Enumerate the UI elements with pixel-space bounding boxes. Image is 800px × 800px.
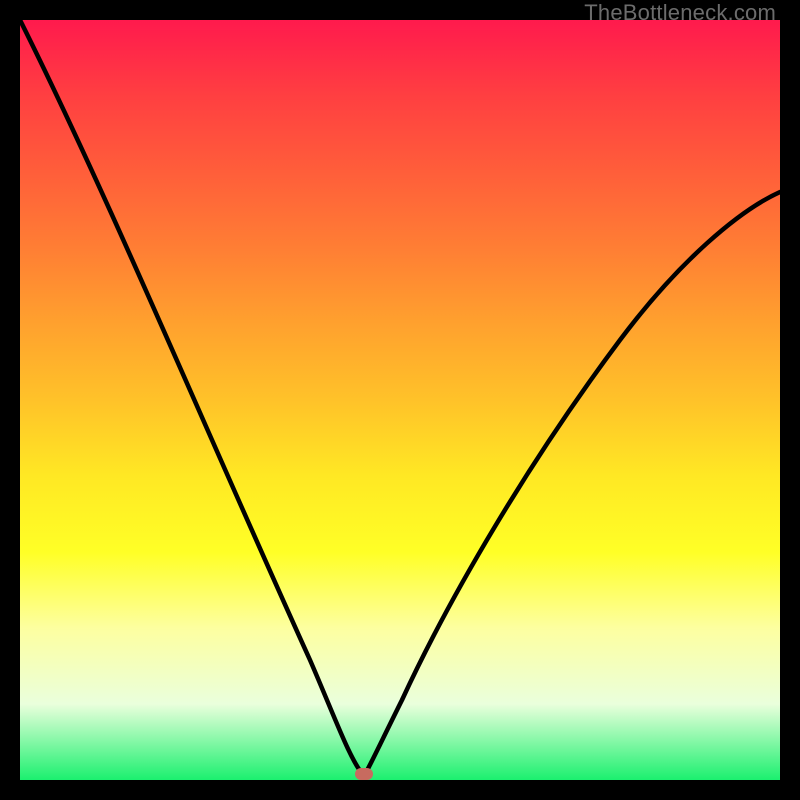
watermark-text: TheBottleneck.com: [584, 0, 776, 26]
plot-area: [20, 20, 780, 780]
outer-frame: TheBottleneck.com: [0, 0, 800, 800]
curve-path: [20, 20, 780, 776]
bottleneck-marker: [355, 768, 373, 780]
bottleneck-curve: [20, 20, 780, 780]
